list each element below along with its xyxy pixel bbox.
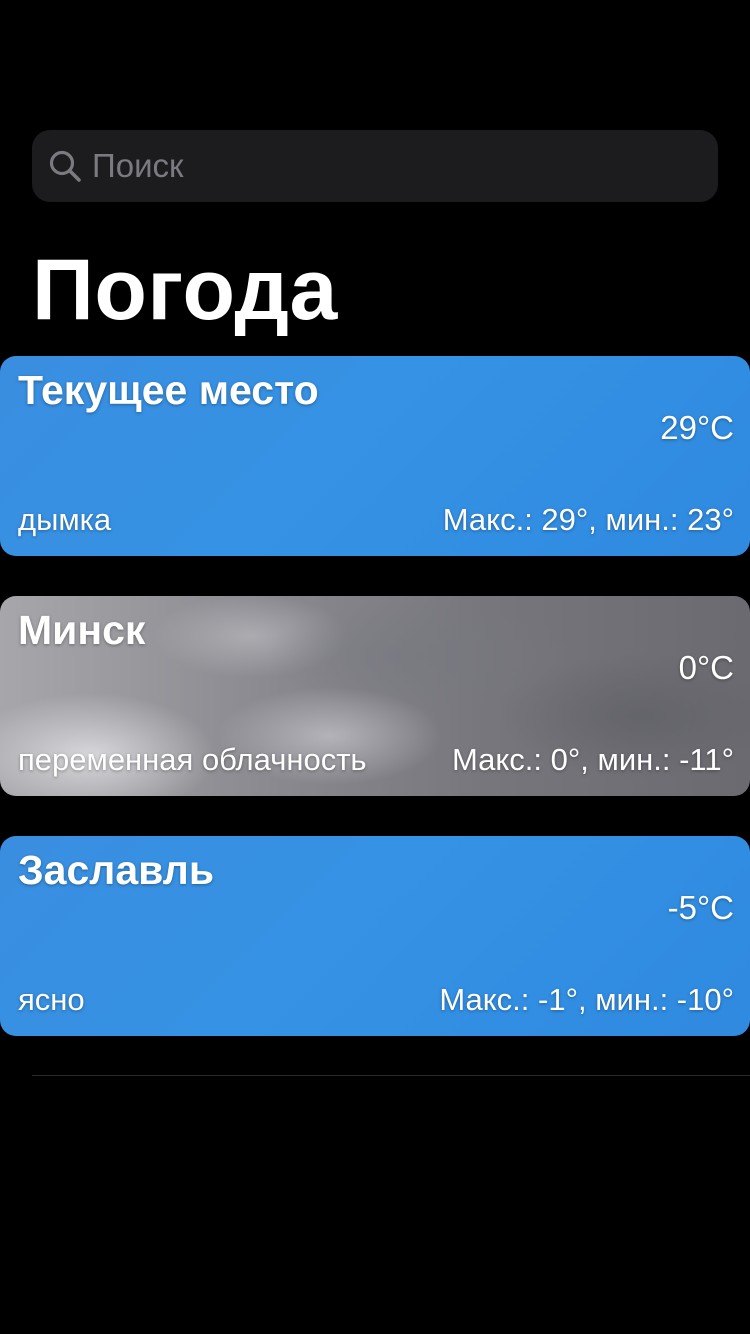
city-temperature: -5°C [667,889,734,926]
list-divider [32,1075,750,1076]
city-card-minsk[interactable]: Минск 0°C переменная облачность Макс.: 0… [0,596,750,796]
city-temperature: 29°C [660,409,734,446]
weather-screen: Погода Текущее место 29°C дымка Макс.: 2… [0,0,750,1334]
city-condition: переменная облачность [18,742,367,777]
search-input[interactable] [92,147,692,185]
city-name: Текущее место [18,367,319,413]
city-temp-range: Макс.: 29°, мин.: 23° [442,502,734,537]
city-condition: дымка [18,502,112,537]
city-temperature: 0°C [678,649,734,686]
city-condition: ясно [18,982,85,1017]
page-title: Погода [32,242,338,338]
city-temp-range: Макс.: 0°, мин.: -11° [451,742,734,777]
city-temp-range: Макс.: -1°, мин.: -10° [439,982,734,1017]
city-card-current-location[interactable]: Текущее место 29°C дымка Макс.: 29°, мин… [0,356,750,556]
city-card-zaslavl[interactable]: Заславль -5°C ясно Макс.: -1°, мин.: -10… [0,836,750,1036]
search-bar[interactable] [32,130,718,202]
city-name: Заславль [18,847,215,893]
search-icon [48,149,82,183]
city-name: Минск [18,607,146,653]
